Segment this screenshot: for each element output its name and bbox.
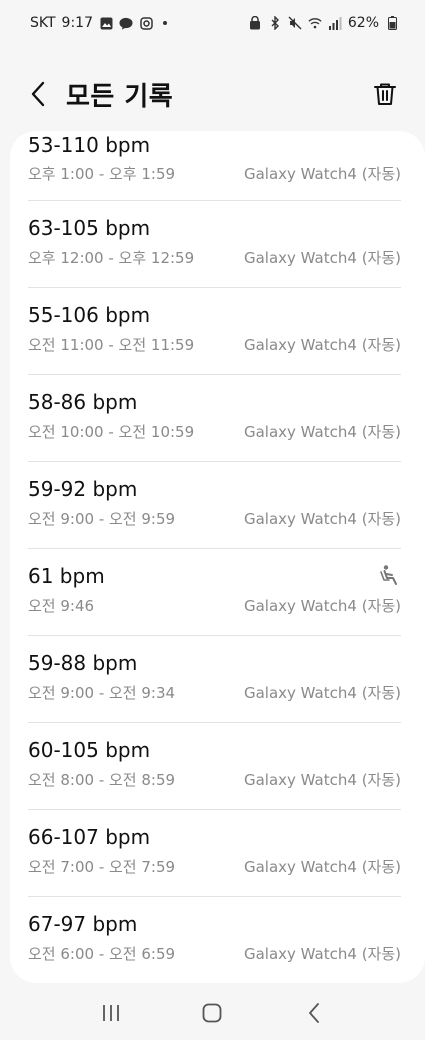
bpm-value: 66-107 bpm	[28, 825, 151, 849]
status-bar: SKT 9:17 62%	[0, 0, 425, 46]
status-left: SKT 9:17	[30, 15, 167, 31]
bpm-value: 55-106 bpm	[28, 303, 151, 327]
list-item[interactable]: 67-97 bpm 오전 6:00 - 오전 6:59 Galaxy Watch…	[28, 897, 401, 983]
recents-button[interactable]	[96, 998, 126, 1028]
time-value: 오전 9:46	[28, 597, 95, 615]
resting-person-icon	[380, 565, 397, 585]
page-title: 모든 기록	[66, 82, 174, 112]
lock-icon	[248, 16, 262, 30]
bpm-value: 53-110 bpm	[28, 133, 151, 157]
back-button[interactable]	[22, 78, 54, 110]
time-range: 오전 10:00 - 오전 10:59	[28, 423, 195, 441]
status-right: 62%	[248, 15, 399, 31]
notification-dot-icon	[163, 21, 167, 25]
list-item[interactable]: 60-105 bpm 오전 8:00 - 오전 8:59 Galaxy Watc…	[28, 723, 401, 810]
list-item[interactable]: 55-106 bpm 오전 11:00 - 오전 11:59 Galaxy Wa…	[28, 288, 401, 375]
bluetooth-icon	[268, 16, 282, 30]
time-range: 오전 7:00 - 오전 7:59	[28, 858, 176, 876]
source-device: Galaxy Watch4 (자동)	[243, 510, 401, 528]
bpm-value: 59-92 bpm	[28, 477, 138, 501]
time-range: 오전 9:00 - 오전 9:59	[28, 510, 176, 528]
bpm-value: 67-97 bpm	[28, 912, 138, 936]
source-device: Galaxy Watch4 (자동)	[243, 249, 401, 267]
bpm-value: 58-86 bpm	[28, 390, 138, 414]
kakaotalk-icon	[119, 16, 133, 30]
wifi-icon	[308, 16, 322, 30]
instagram-icon	[139, 16, 153, 30]
nav-back-button[interactable]	[299, 998, 329, 1028]
mute-icon	[288, 16, 302, 30]
signal-icon	[328, 16, 342, 30]
bpm-value: 60-105 bpm	[28, 738, 151, 762]
records-list: 53-110 bpm 오후 1:00 - 오후 1:59 Galaxy Watc…	[10, 131, 425, 983]
time-range: 오전 8:00 - 오전 8:59	[28, 771, 176, 789]
time-range: 오전 9:00 - 오전 9:34	[28, 684, 176, 702]
source-device: Galaxy Watch4 (자동)	[243, 597, 401, 615]
list-item[interactable]: 61 bpm 오전 9:46 Galaxy Watch4 (자동)	[28, 549, 401, 636]
source-device: Galaxy Watch4 (자동)	[243, 165, 401, 183]
source-device: Galaxy Watch4 (자동)	[243, 771, 401, 789]
recents-icon	[102, 1004, 119, 1021]
time-range: 오전 11:00 - 오전 11:59	[28, 336, 195, 354]
list-item[interactable]: 59-92 bpm 오전 9:00 - 오전 9:59 Galaxy Watch…	[28, 462, 401, 549]
time-range: 오후 12:00 - 오후 12:59	[28, 249, 195, 267]
list-item[interactable]: 59-88 bpm 오전 9:00 - 오전 9:34 Galaxy Watch…	[28, 636, 401, 723]
list-item[interactable]: 53-110 bpm 오후 1:00 - 오후 1:59 Galaxy Watc…	[28, 131, 401, 201]
source-device: Galaxy Watch4 (자동)	[243, 945, 401, 963]
trash-icon	[374, 83, 396, 105]
navigation-bar	[0, 985, 425, 1040]
carrier-label: SKT	[30, 15, 56, 31]
delete-button[interactable]	[369, 78, 401, 110]
list-item[interactable]: 66-107 bpm 오전 7:00 - 오전 7:59 Galaxy Watc…	[28, 810, 401, 897]
list-item[interactable]: 58-86 bpm 오전 10:00 - 오전 10:59 Galaxy Wat…	[28, 375, 401, 462]
bpm-value: 59-88 bpm	[28, 651, 138, 675]
bpm-value: 63-105 bpm	[28, 216, 151, 240]
source-device: Galaxy Watch4 (자동)	[243, 423, 401, 441]
source-device: Galaxy Watch4 (자동)	[243, 336, 401, 354]
home-icon	[203, 1003, 222, 1022]
back-icon	[309, 1002, 320, 1023]
clock: 9:17	[61, 15, 93, 31]
time-range: 오전 6:00 - 오전 6:59	[28, 945, 176, 963]
app-header: 모든 기록	[0, 62, 425, 126]
home-button[interactable]	[197, 998, 227, 1028]
battery-icon	[385, 16, 399, 30]
list-item[interactable]: 63-105 bpm 오후 12:00 - 오후 12:59 Galaxy Wa…	[28, 201, 401, 288]
bpm-value: 61 bpm	[28, 564, 105, 588]
time-range: 오후 1:00 - 오후 1:59	[28, 165, 176, 183]
chevron-left-icon	[31, 81, 45, 107]
gallery-icon	[99, 16, 113, 30]
source-device: Galaxy Watch4 (자동)	[243, 858, 401, 876]
battery-percent: 62%	[347, 15, 379, 31]
source-device: Galaxy Watch4 (자동)	[243, 684, 401, 702]
